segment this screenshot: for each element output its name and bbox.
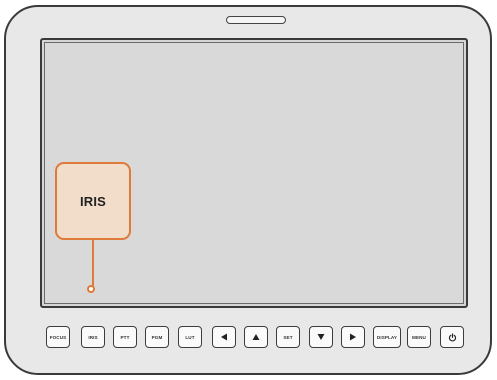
ptt-button-label: PTT [120, 334, 130, 340]
triangle-right-icon [350, 333, 356, 341]
right-arrow-button[interactable] [341, 326, 365, 348]
callout-leader-line [92, 240, 94, 287]
display-button[interactable]: DISPLAY [373, 326, 401, 348]
lut-button[interactable]: LUT [178, 326, 202, 348]
power-button[interactable] [440, 326, 464, 348]
menu-button-label: MENU [412, 334, 426, 340]
lut-button-label: LUT [185, 334, 195, 340]
power-icon [448, 332, 456, 341]
ptt-button[interactable]: PTT [113, 326, 137, 348]
triangle-up-icon [252, 334, 260, 340]
focus-button-label: FOCUS [49, 334, 67, 340]
pgm-button[interactable]: PGM [145, 326, 169, 348]
top-slot [226, 16, 286, 24]
iris-button[interactable]: IRIS [81, 326, 105, 348]
iris-callout: IRIS [55, 162, 131, 240]
set-button[interactable]: SET [276, 326, 300, 348]
callout-label: IRIS [79, 193, 107, 209]
set-button-label: SET [283, 334, 293, 340]
left-arrow-button[interactable] [212, 326, 236, 348]
focus-button[interactable]: FOCUS [46, 326, 70, 348]
pgm-button-label: PGM [151, 334, 163, 340]
up-arrow-button[interactable] [244, 326, 268, 348]
down-arrow-button[interactable] [309, 326, 333, 348]
triangle-down-icon [317, 334, 325, 340]
menu-button[interactable]: MENU [407, 326, 431, 348]
triangle-left-icon [221, 333, 227, 341]
callout-target-marker [87, 285, 95, 293]
display-button-label: DISPLAY [376, 334, 398, 340]
iris-button-label: IRIS [88, 334, 98, 340]
